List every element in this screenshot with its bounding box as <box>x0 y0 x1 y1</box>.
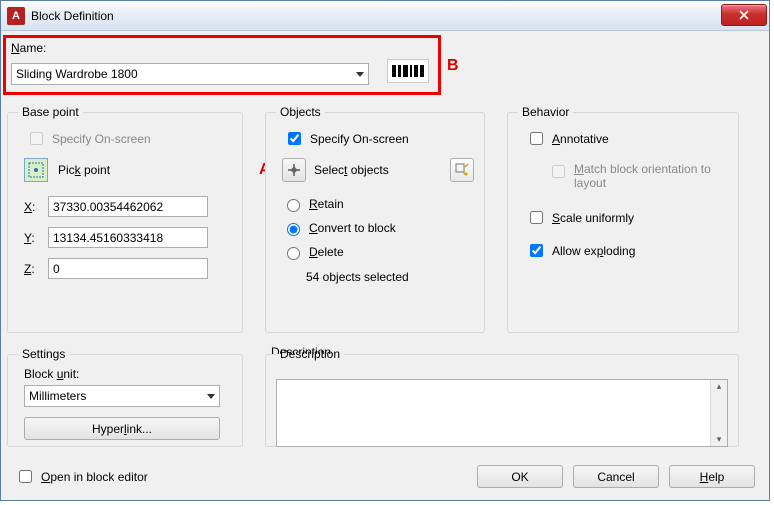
basepoint-specify-input <box>30 132 43 145</box>
name-combo[interactable]: Sliding Wardrobe 1800 <box>11 63 369 85</box>
behavior-legend: Behavior <box>518 105 573 119</box>
basepoint-legend: Base point <box>18 105 83 119</box>
close-icon <box>739 10 749 20</box>
cancel-button[interactable]: Cancel <box>573 465 659 488</box>
window-title: Block Definition <box>31 9 721 23</box>
explode-input[interactable] <box>530 244 543 257</box>
block-unit-combo[interactable]: Millimeters <box>24 385 220 407</box>
annotation-label-b: B <box>447 57 459 75</box>
objects-legend: Objects <box>276 105 325 119</box>
objects-group: Objects Specify On-screen Select objects… <box>265 105 485 333</box>
help-button[interactable]: Help <box>669 465 755 488</box>
match-orientation-input <box>552 165 565 178</box>
explode-check[interactable]: Allow exploding <box>526 241 728 260</box>
z-input[interactable] <box>48 258 208 279</box>
quick-select-icon <box>455 163 469 177</box>
annotative-input[interactable] <box>530 132 543 145</box>
chevron-down-icon <box>207 394 215 399</box>
y-input[interactable] <box>48 227 208 248</box>
objects-specify-check[interactable]: Specify On-screen <box>284 129 474 148</box>
delete-label: Delete <box>309 245 344 259</box>
objects-status: 54 objects selected <box>306 270 474 284</box>
preview-icon <box>391 64 425 78</box>
x-label: X: <box>24 200 38 214</box>
basepoint-specify-label: Specify On-screen <box>52 132 151 146</box>
settings-group: Settings Block unit: Millimeters Hyperli… <box>7 347 243 447</box>
pick-point-icon <box>28 162 44 178</box>
delete-input[interactable] <box>287 247 300 260</box>
select-objects-icon <box>287 163 301 177</box>
retain-radio[interactable]: Retain <box>282 196 474 212</box>
dialog-window: A Block Definition B A Name: Sliding War… <box>0 0 770 501</box>
block-preview <box>387 59 429 83</box>
select-objects-label: Select objects <box>314 163 389 177</box>
open-in-editor-input[interactable] <box>19 470 32 483</box>
match-orientation-check: Match block orientation to layout <box>548 162 728 190</box>
chevron-down-icon <box>356 72 364 77</box>
pick-point-label: Pick point <box>58 163 110 177</box>
select-objects-button[interactable] <box>282 158 306 182</box>
block-unit-label: Block unit: <box>24 367 232 381</box>
z-label: Z: <box>24 262 38 276</box>
x-input[interactable] <box>48 196 208 217</box>
explode-label: Allow exploding <box>552 244 635 258</box>
convert-radio[interactable]: Convert to block <box>282 220 474 236</box>
block-unit-value: Millimeters <box>29 389 86 403</box>
quick-select-button[interactable] <box>450 158 474 182</box>
annotative-label: Annotative <box>552 132 609 146</box>
scroll-down-icon[interactable]: ▾ <box>717 435 722 444</box>
pick-point-button[interactable] <box>24 158 48 182</box>
convert-input[interactable] <box>287 223 300 236</box>
objects-specify-input[interactable] <box>288 132 301 145</box>
title-bar: A Block Definition <box>1 1 769 31</box>
dialog-footer: Open in block editor OK Cancel Help <box>15 465 755 488</box>
annotative-check[interactable]: Annotative <box>526 129 728 148</box>
open-in-editor-check[interactable]: Open in block editor <box>15 467 148 486</box>
basepoint-specify-check: Specify On-screen <box>26 129 232 148</box>
ok-button[interactable]: OK <box>477 465 563 488</box>
behavior-group: Behavior Annotative Match block orientat… <box>507 105 739 333</box>
retain-label: Retain <box>309 197 344 211</box>
basepoint-group: Base point Specify On-screen Pick point … <box>7 105 243 333</box>
convert-label: Convert to block <box>309 221 396 235</box>
hyperlink-label: Hyperlink... <box>92 422 152 436</box>
name-label: Name: <box>11 41 46 55</box>
scale-check[interactable]: Scale uniformly <box>526 208 728 227</box>
scrollbar[interactable]: ▴ ▾ <box>710 380 727 446</box>
objects-specify-label: Specify On-screen <box>310 132 409 146</box>
hyperlink-button[interactable]: Hyperlink... <box>24 417 220 440</box>
scale-label: Scale uniformly <box>552 211 634 225</box>
scroll-up-icon[interactable]: ▴ <box>717 382 722 391</box>
settings-legend: Settings <box>18 347 69 361</box>
scale-input[interactable] <box>530 211 543 224</box>
app-icon: A <box>7 7 25 25</box>
description-textarea[interactable]: ▴ ▾ <box>276 379 728 447</box>
y-label: Y: <box>24 231 38 245</box>
delete-radio[interactable]: Delete <box>282 244 474 260</box>
open-in-editor-label: Open in block editor <box>41 470 148 484</box>
match-orientation-label: Match block orientation to layout <box>574 162 728 190</box>
name-value: Sliding Wardrobe 1800 <box>16 67 138 81</box>
dialog-content: B A Name: Sliding Wardrobe 1800 Base poi… <box>1 31 769 500</box>
close-button[interactable] <box>721 4 767 26</box>
retain-input[interactable] <box>287 199 300 212</box>
